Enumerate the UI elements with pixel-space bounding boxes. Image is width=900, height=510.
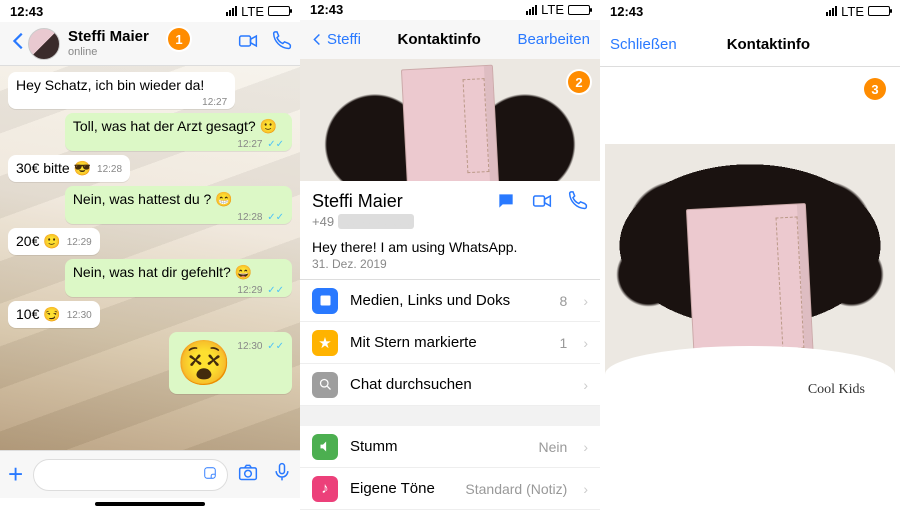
signal-icon — [226, 6, 237, 16]
phone-number: +49 000 0000000 — [312, 214, 414, 229]
battery-icon — [568, 5, 590, 15]
status-bar: 12:43 LTE — [0, 0, 300, 22]
avatar — [28, 28, 60, 60]
timestamp: 12:30 — [67, 310, 92, 321]
video-call-button[interactable] — [532, 191, 552, 217]
message-button[interactable] — [496, 191, 516, 217]
signal-icon — [826, 6, 837, 16]
contact-block: Steffi Maier +49 000 0000000 Hey there! … — [300, 181, 600, 279]
sticker-icon[interactable] — [203, 466, 217, 483]
signal-icon — [526, 5, 537, 15]
status-bar: 12:43 LTE — [300, 0, 600, 20]
chevron-right-icon: › — [583, 293, 588, 309]
photo-view[interactable] — [600, 66, 900, 510]
speaker-icon — [312, 434, 338, 460]
mic-button[interactable] — [272, 462, 292, 488]
clock: 12:43 — [310, 2, 343, 17]
timestamp: 12:29 ✓✓ — [237, 285, 284, 296]
timestamp: 12:29 — [67, 237, 92, 248]
contact-name: Steffi Maier — [312, 191, 414, 212]
screen-photo: 12:43 LTE Schließen Kontaktinfo 3 — [600, 0, 900, 510]
message-incoming[interactable]: 20€ 🙂12:29 — [8, 228, 100, 255]
edit-button[interactable]: Bearbeiten — [517, 31, 590, 48]
shirt — [605, 346, 895, 434]
clock: 12:43 — [10, 4, 43, 19]
search-icon — [312, 372, 338, 398]
contactinfo-nav: Steffi Kontaktinfo Bearbeiten — [300, 20, 600, 60]
row-mute[interactable]: Stumm Nein › — [300, 426, 600, 468]
chat-header[interactable]: Steffi Maier online — [28, 28, 238, 60]
contact-photo-full — [605, 144, 895, 434]
step-badge-1: 1 — [168, 28, 190, 50]
chevron-right-icon: › — [583, 377, 588, 393]
timestamp: 12:28 — [97, 164, 122, 175]
chevron-right-icon: › — [583, 439, 588, 455]
photo-nav: Schließen Kontaktinfo — [600, 22, 900, 66]
chat-input-bar: + — [0, 450, 300, 498]
network-type: LTE — [841, 4, 864, 19]
timestamp: 12:27 — [202, 97, 227, 108]
status-bar: 12:43 LTE — [600, 0, 900, 22]
message-input[interactable] — [33, 459, 228, 491]
chevron-right-icon: › — [583, 335, 588, 351]
timestamp: 12:30 ✓✓ — [237, 341, 284, 352]
nav-title: Kontaktinfo — [647, 36, 890, 53]
home-indicator — [95, 502, 205, 506]
contact-status: Hey there! I am using WhatsApp. — [312, 239, 588, 255]
chat-body[interactable]: Hey Schatz, ich bin wieder da!12:27 Toll,… — [0, 66, 300, 450]
chevron-right-icon: › — [583, 481, 588, 497]
star-icon: ★ — [312, 330, 338, 356]
row-media[interactable]: Medien, Links und Doks 8 › — [300, 280, 600, 322]
voice-call-button[interactable] — [568, 191, 588, 217]
status-right: LTE — [226, 4, 290, 19]
row-tones[interactable]: ♪ Eigene Töne Standard (Notiz) › — [300, 468, 600, 510]
battery-icon — [268, 6, 290, 16]
timestamp: 12:28 ✓✓ — [237, 212, 284, 223]
back-button[interactable]: Steffi — [310, 31, 361, 48]
camera-button[interactable] — [238, 462, 258, 488]
chat-nav-bar: Steffi Maier online 1 — [0, 22, 300, 66]
network-type: LTE — [241, 4, 264, 19]
timestamp: 12:27 ✓✓ — [237, 139, 284, 150]
screen-chat: 12:43 LTE Steffi Maier online 1 Hey Scha… — [0, 0, 300, 510]
step-badge-3: 3 — [864, 78, 886, 100]
clock: 12:43 — [610, 4, 643, 19]
row-starred[interactable]: ★ Mit Stern markierte 1 › — [300, 322, 600, 364]
message-incoming[interactable]: Hey Schatz, ich bin wieder da!12:27 — [8, 72, 235, 109]
video-call-button[interactable] — [238, 31, 258, 57]
network-type: LTE — [541, 2, 564, 17]
battery-icon — [868, 6, 890, 16]
status-date: 31. Dez. 2019 — [312, 257, 588, 271]
message-outgoing[interactable]: Toll, was hat der Arzt gesagt? 🙂12:27 ✓✓ — [65, 113, 292, 151]
presence: online — [68, 46, 149, 58]
message-outgoing[interactable]: 😵12:30 ✓✓ — [169, 332, 292, 394]
message-incoming[interactable]: 30€ bitte 😎12:28 — [8, 155, 130, 182]
media-icon — [312, 288, 338, 314]
nav-title: Kontaktinfo — [398, 31, 481, 48]
message-outgoing[interactable]: Nein, was hattest du ? 😁12:28 ✓✓ — [65, 186, 292, 224]
back-button[interactable] — [8, 30, 28, 58]
message-incoming[interactable]: 10€ 😏12:30 — [8, 301, 100, 328]
contact-name: Steffi Maier — [68, 29, 149, 46]
music-icon: ♪ — [312, 476, 338, 502]
screen-contact-info: 12:43 LTE Steffi Kontaktinfo Bearbeiten … — [300, 0, 600, 510]
attach-button[interactable]: + — [8, 459, 23, 490]
row-search-chat[interactable]: Chat durchsuchen › — [300, 364, 600, 406]
voice-call-button[interactable] — [272, 31, 292, 57]
contact-photo[interactable]: 2 — [300, 59, 600, 181]
settings-list: Medien, Links und Doks 8 › ★ Mit Stern m… — [300, 279, 600, 510]
message-outgoing[interactable]: Nein, was hat dir gefehlt? 😄12:29 ✓✓ — [65, 259, 292, 297]
